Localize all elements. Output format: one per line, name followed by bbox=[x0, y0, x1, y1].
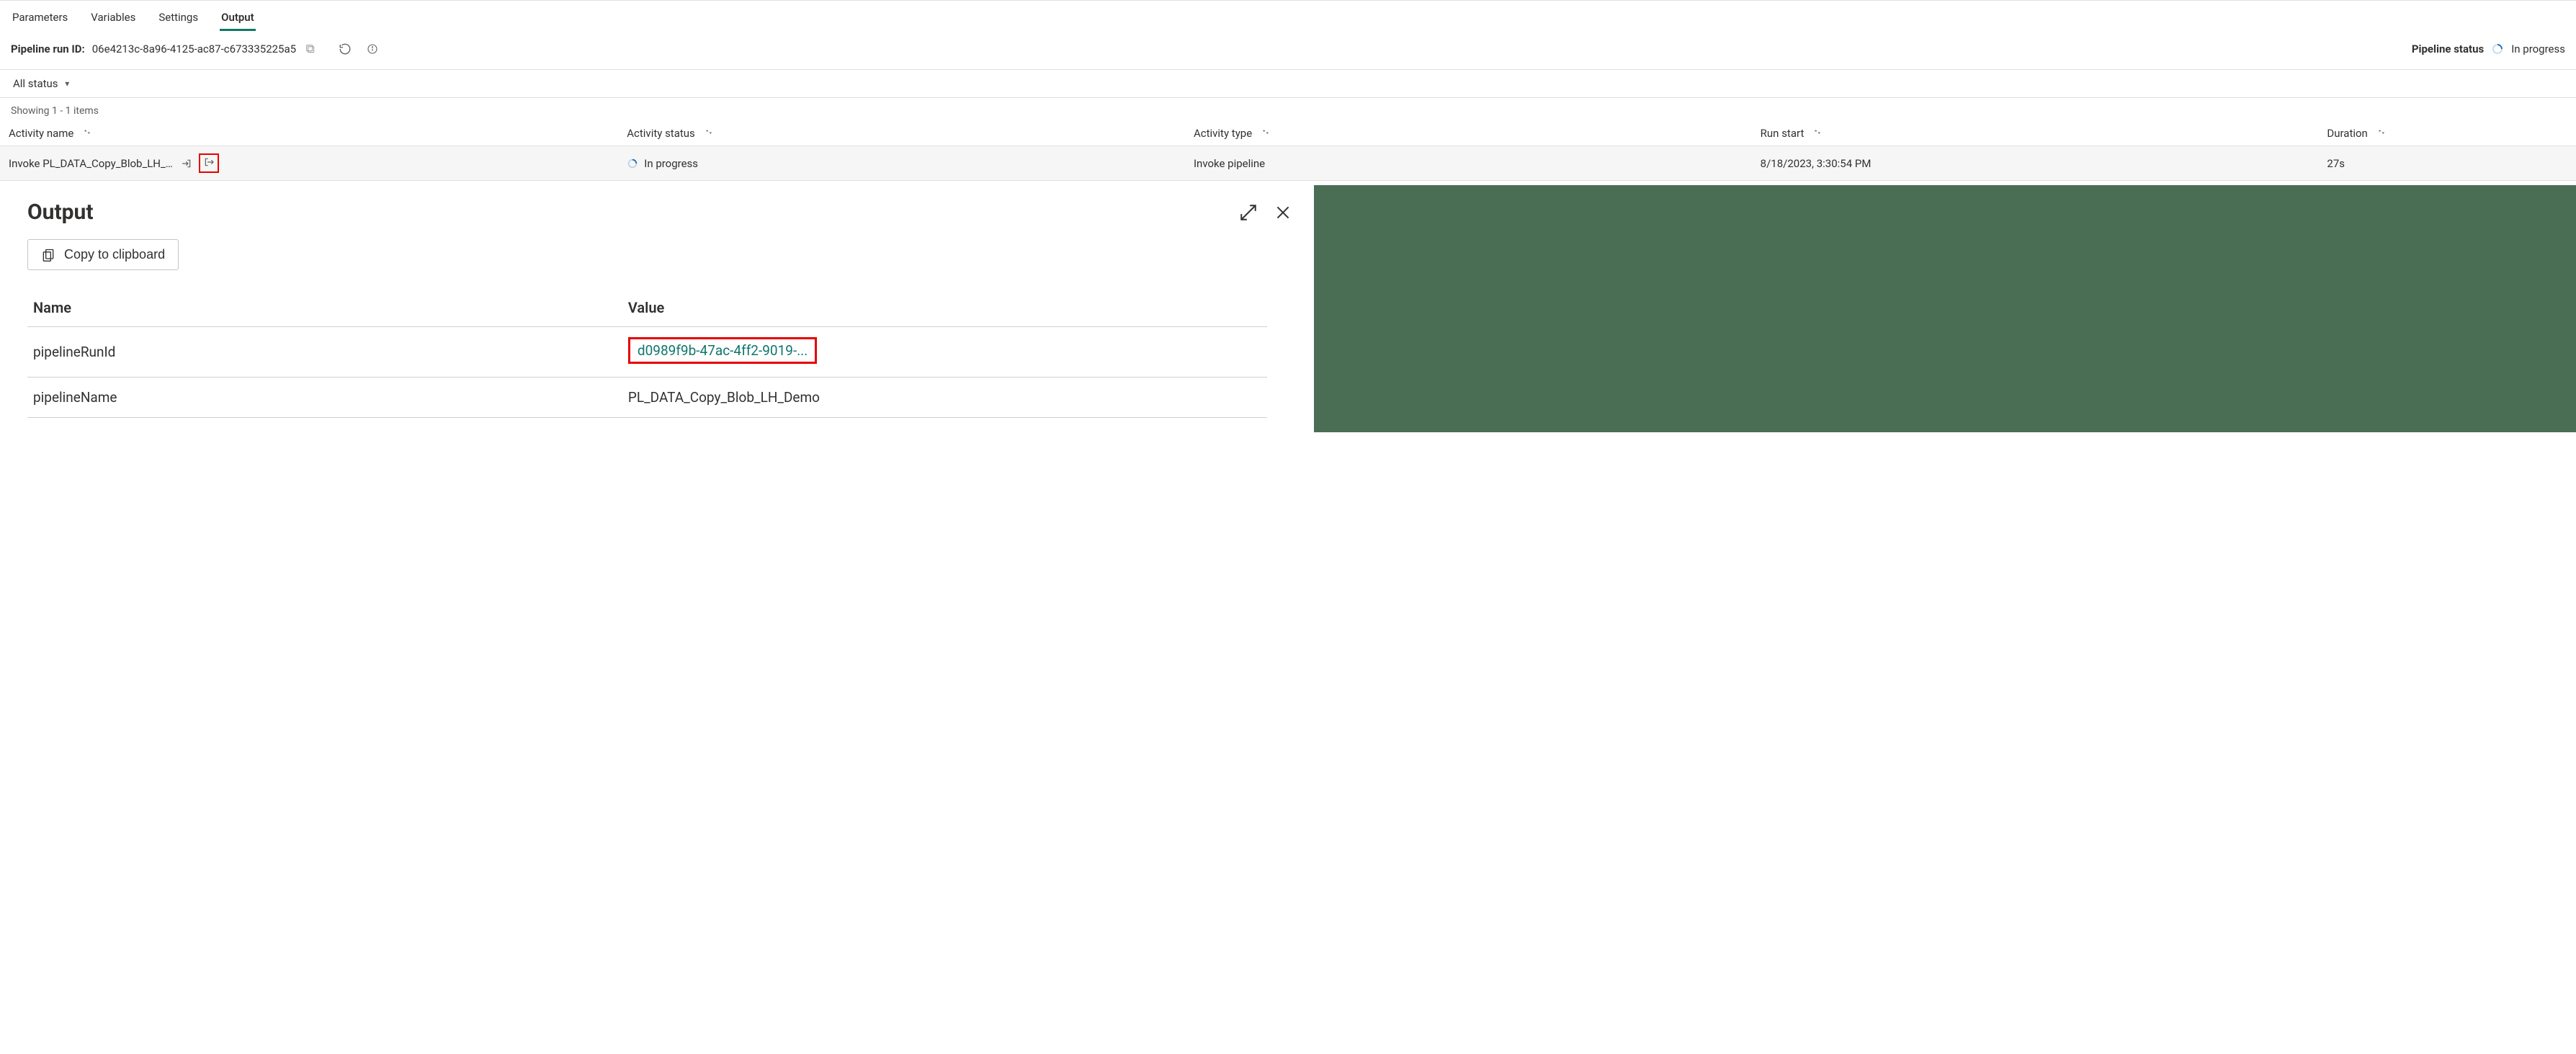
run-id-value: 06e4213c-8a96-4125-ac87-c673335225a5 bbox=[92, 43, 296, 55]
col-duration[interactable]: Duration bbox=[2318, 121, 2576, 146]
status-spinner-icon bbox=[2491, 43, 2504, 55]
col-run-start[interactable]: Run start bbox=[1752, 121, 2319, 146]
kv-row: pipelineRunId d0989f9b-47ac-4ff2-9019-..… bbox=[27, 327, 1267, 378]
status-filter-label: All status bbox=[13, 77, 58, 90]
side-image-block bbox=[1314, 185, 2576, 432]
expand-icon[interactable] bbox=[1239, 203, 1258, 222]
col-activity-name[interactable]: Activity name bbox=[0, 121, 618, 146]
col-activity-status-label: Activity status bbox=[627, 127, 695, 140]
sort-icon bbox=[704, 127, 714, 137]
copy-to-clipboard-label: Copy to clipboard bbox=[64, 247, 165, 262]
clipboard-icon bbox=[41, 248, 55, 262]
output-panel-title: Output bbox=[27, 200, 93, 225]
kv-value-highlight: d0989f9b-47ac-4ff2-9019-... bbox=[628, 337, 817, 364]
col-activity-name-label: Activity name bbox=[9, 127, 73, 140]
tabs-bar: Parameters Variables Settings Output bbox=[0, 1, 2576, 32]
pipeline-status-label: Pipeline status bbox=[2412, 43, 2484, 55]
info-icon[interactable] bbox=[365, 42, 380, 56]
activity-name-text: Invoke PL_DATA_Copy_Blob_LH_De... bbox=[9, 157, 174, 170]
activity-grid: Activity name Activity status Activity t… bbox=[0, 121, 2576, 181]
kv-value-link[interactable]: d0989f9b-47ac-4ff2-9019-... bbox=[638, 342, 808, 359]
col-duration-label: Duration bbox=[2327, 127, 2367, 140]
run-info-bar: Pipeline run ID: 06e4213c-8a96-4125-ac87… bbox=[0, 32, 2576, 70]
items-count: Showing 1 - 1 items bbox=[0, 98, 2576, 121]
table-row[interactable]: Invoke PL_DATA_Copy_Blob_LH_De... bbox=[0, 146, 2576, 181]
row-duration: 27s bbox=[2318, 146, 2576, 181]
status-filter-dropdown[interactable]: All status ▾ bbox=[0, 70, 2576, 98]
kv-name: pipelineRunId bbox=[27, 327, 622, 378]
run-id-label: Pipeline run ID: bbox=[11, 43, 85, 55]
col-activity-status[interactable]: Activity status bbox=[618, 121, 1185, 146]
input-icon[interactable] bbox=[180, 157, 193, 170]
output-icon[interactable] bbox=[202, 156, 215, 169]
sort-icon bbox=[1812, 127, 1823, 137]
copy-id-icon[interactable] bbox=[305, 43, 316, 55]
row-status-spinner-icon bbox=[627, 158, 638, 169]
col-activity-type[interactable]: Activity type bbox=[1185, 121, 1752, 146]
tab-parameters[interactable]: Parameters bbox=[11, 6, 69, 31]
sort-icon bbox=[1261, 127, 1271, 137]
row-status-text: In progress bbox=[644, 157, 698, 170]
col-run-start-label: Run start bbox=[1761, 127, 1804, 140]
output-panel: Output Copy to clipboard Name Value bbox=[0, 185, 1314, 432]
output-kv-table: Name Value pipelineRunId d0989f9b-47ac-4… bbox=[27, 292, 1267, 418]
close-icon[interactable] bbox=[1274, 203, 1292, 222]
tab-output[interactable]: Output bbox=[220, 6, 256, 31]
row-start: 8/18/2023, 3:30:54 PM bbox=[1752, 146, 2319, 181]
kv-value: PL_DATA_Copy_Blob_LH_Demo bbox=[622, 378, 1267, 418]
kv-row: pipelineName PL_DATA_Copy_Blob_LH_Demo bbox=[27, 378, 1267, 418]
sort-icon bbox=[2376, 127, 2387, 137]
col-activity-type-label: Activity type bbox=[1194, 127, 1252, 140]
kv-name-header: Name bbox=[27, 292, 622, 327]
row-type: Invoke pipeline bbox=[1185, 146, 1752, 181]
kv-value-header: Value bbox=[622, 292, 1267, 327]
output-icon-highlight bbox=[199, 153, 219, 173]
kv-name: pipelineName bbox=[27, 378, 622, 418]
refresh-icon[interactable] bbox=[338, 42, 352, 56]
sort-icon bbox=[82, 127, 92, 137]
pipeline-status-value: In progress bbox=[2511, 43, 2565, 55]
copy-to-clipboard-button[interactable]: Copy to clipboard bbox=[27, 239, 179, 270]
tab-settings[interactable]: Settings bbox=[157, 6, 200, 31]
chevron-down-icon: ▾ bbox=[65, 79, 69, 89]
tab-variables[interactable]: Variables bbox=[89, 6, 137, 31]
